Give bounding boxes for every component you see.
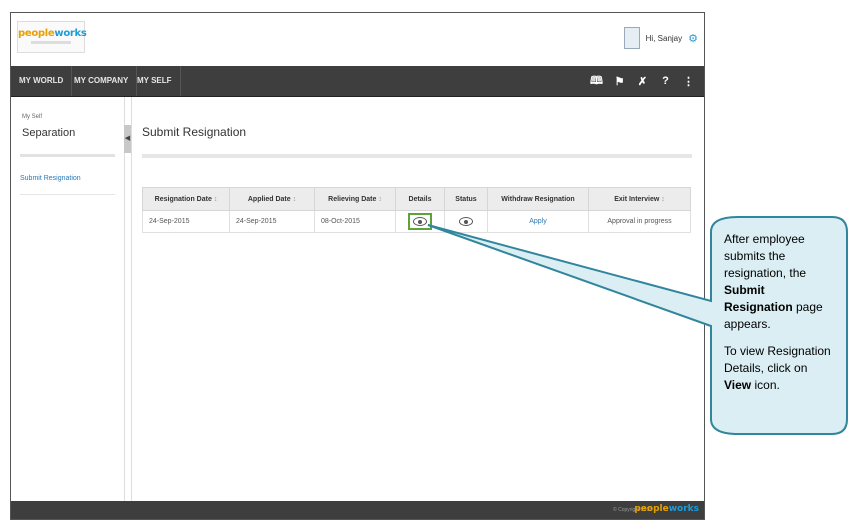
callout-paragraph-2: To view Resignation Details, click on Vi… [724,344,831,392]
callout-text: After employee submits the resignation, … [724,231,834,404]
callout-paragraph-1: After employee submits the resignation, … [724,232,823,331]
